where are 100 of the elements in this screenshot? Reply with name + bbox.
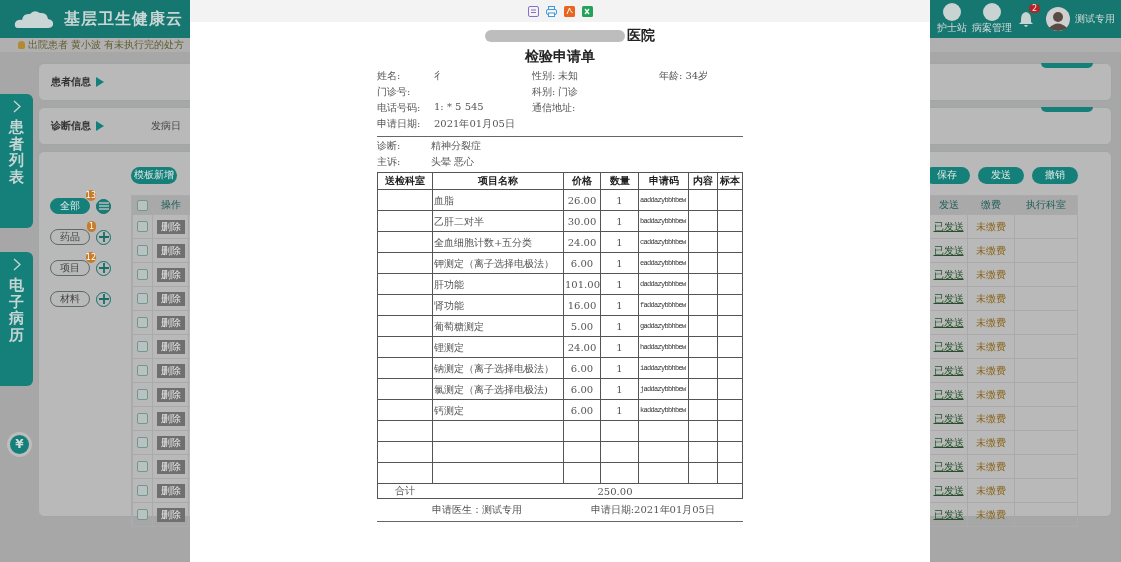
delete-button[interactable]: 删除 <box>156 219 185 234</box>
field-value: 彳 <box>434 69 444 83</box>
delete-button[interactable]: 删除 <box>156 315 185 330</box>
send-status[interactable]: 已发送 <box>933 243 964 258</box>
collapse-tab[interactable] <box>1041 63 1093 68</box>
table-cell: 氯测定（离子选择电极法) <box>434 383 548 395</box>
delete-button[interactable]: 删除 <box>156 411 185 426</box>
collapse-tab[interactable] <box>1041 107 1093 112</box>
table-cell: 血脂 <box>434 194 454 206</box>
toolbar-button[interactable]: 发送 <box>978 166 1024 184</box>
delete-button[interactable]: 删除 <box>156 459 185 474</box>
send-status[interactable]: 已发送 <box>933 459 964 474</box>
table-cell: 1 <box>616 236 623 248</box>
doctor-text: 申请医生：测试专用 <box>432 503 522 517</box>
add-icon[interactable] <box>96 260 111 276</box>
send-status[interactable]: 已发送 <box>933 267 964 282</box>
toolbar-button[interactable]: 撤销 <box>1032 166 1078 184</box>
triangle-icon <box>96 77 104 87</box>
currency-button[interactable]: ¥ <box>7 432 32 457</box>
field-label: 申请日期: <box>377 117 422 131</box>
payment-status: 未缴费 <box>976 219 1006 234</box>
avatar-icon[interactable] <box>1046 7 1070 31</box>
table-cell: 钙测定 <box>434 404 464 416</box>
table-cell: 6.00 <box>570 362 594 374</box>
table-cell: 肾功能 <box>434 299 464 311</box>
field-label: 通信地址: <box>532 101 576 115</box>
table-cell: 1 <box>616 278 623 290</box>
list-icon[interactable] <box>96 198 111 214</box>
column-header: 操作 <box>152 196 188 214</box>
delete-button[interactable]: 删除 <box>156 339 185 354</box>
header-action[interactable]: 护士站 <box>937 3 967 35</box>
row-checkbox[interactable] <box>137 413 148 424</box>
spreadsheet-icon[interactable] <box>581 5 593 17</box>
sidebar-tab[interactable]: 患者列表 <box>0 94 33 228</box>
payment-status: 未缴费 <box>976 339 1006 354</box>
table-cell: 1 <box>616 257 623 269</box>
table-cell: 1 <box>616 404 623 416</box>
row-checkbox[interactable] <box>137 317 148 328</box>
table-cell: 乙肝二对半 <box>434 215 484 227</box>
column-header: 项目名称 <box>432 172 564 190</box>
section-title[interactable]: 患者信息 <box>51 75 91 89</box>
user-name[interactable]: 测试专用 <box>1075 12 1115 26</box>
field-value: 门诊 <box>558 85 579 99</box>
print-icon[interactable] <box>545 5 557 17</box>
filter-chip[interactable]: 全部 <box>50 198 90 214</box>
delete-button[interactable]: 删除 <box>156 483 185 498</box>
row-checkbox[interactable] <box>137 461 148 472</box>
delete-button[interactable]: 删除 <box>156 363 185 378</box>
row-checkbox[interactable] <box>137 389 148 400</box>
send-status[interactable]: 已发送 <box>933 435 964 450</box>
send-status[interactable]: 已发送 <box>933 387 964 402</box>
send-status[interactable]: 已发送 <box>933 411 964 426</box>
table-cell: 1 <box>616 383 623 395</box>
table-cell: 16.00 <box>567 299 597 311</box>
field-value: 精神分裂症 <box>431 139 481 153</box>
row-checkbox[interactable] <box>137 485 148 496</box>
notice-text[interactable]: 出院患者 黄小波 有未执行完的处方 <box>28 38 185 52</box>
send-status[interactable]: 已发送 <box>933 339 964 354</box>
field-value: 2021年01月05日 <box>434 117 515 131</box>
payment-status: 未缴费 <box>976 411 1006 426</box>
sidebar-tab[interactable]: 电子病历 <box>0 252 33 386</box>
delete-button[interactable]: 删除 <box>156 291 185 306</box>
row-checkbox[interactable] <box>137 269 148 280</box>
row-checkbox[interactable] <box>137 341 148 352</box>
section-value: 发病日 <box>151 119 181 133</box>
delete-button[interactable]: 删除 <box>156 387 185 402</box>
pdf-icon[interactable] <box>563 5 575 17</box>
row-checkbox[interactable] <box>137 293 148 304</box>
table-cell: 101.00 <box>565 278 600 290</box>
send-status[interactable]: 已发送 <box>933 363 964 378</box>
delete-button[interactable]: 删除 <box>156 243 185 258</box>
send-status[interactable]: 已发送 <box>933 291 964 306</box>
send-status[interactable]: 已发送 <box>933 315 964 330</box>
table-cell: 全血细胞计数+五分类 <box>434 236 533 248</box>
document-title: 检验申请单 <box>524 48 596 66</box>
field-value: 未知 <box>558 69 579 83</box>
table-cell: 1 <box>616 362 623 374</box>
row-checkbox[interactable] <box>137 437 148 448</box>
column-header: 内容 <box>688 172 718 190</box>
delete-button[interactable]: 删除 <box>156 507 185 522</box>
select-all-checkbox[interactable] <box>137 199 148 211</box>
delete-button[interactable]: 删除 <box>156 435 185 450</box>
send-status[interactable]: 已发送 <box>933 507 964 522</box>
count-badge: 13 <box>85 190 96 201</box>
page-icon[interactable] <box>527 5 539 17</box>
row-checkbox[interactable] <box>137 245 148 256</box>
header-action[interactable]: 病案管理 <box>972 3 1012 35</box>
row-checkbox[interactable] <box>137 221 148 232</box>
row-checkbox[interactable] <box>137 509 148 520</box>
delete-button[interactable]: 删除 <box>156 267 185 282</box>
section-title[interactable]: 诊断信息 <box>51 119 91 133</box>
table-cell: 肝功能 <box>434 278 464 290</box>
add-icon[interactable] <box>96 291 111 307</box>
date-text: 申请日期:2021年01月05日 <box>590 503 715 517</box>
send-status[interactable]: 已发送 <box>933 483 964 498</box>
add-icon[interactable] <box>96 229 111 245</box>
template-button[interactable]: 模板新增 <box>131 166 177 184</box>
send-status[interactable]: 已发送 <box>933 219 964 234</box>
notification-bell-icon[interactable] <box>1019 11 1033 27</box>
row-checkbox[interactable] <box>137 365 148 376</box>
